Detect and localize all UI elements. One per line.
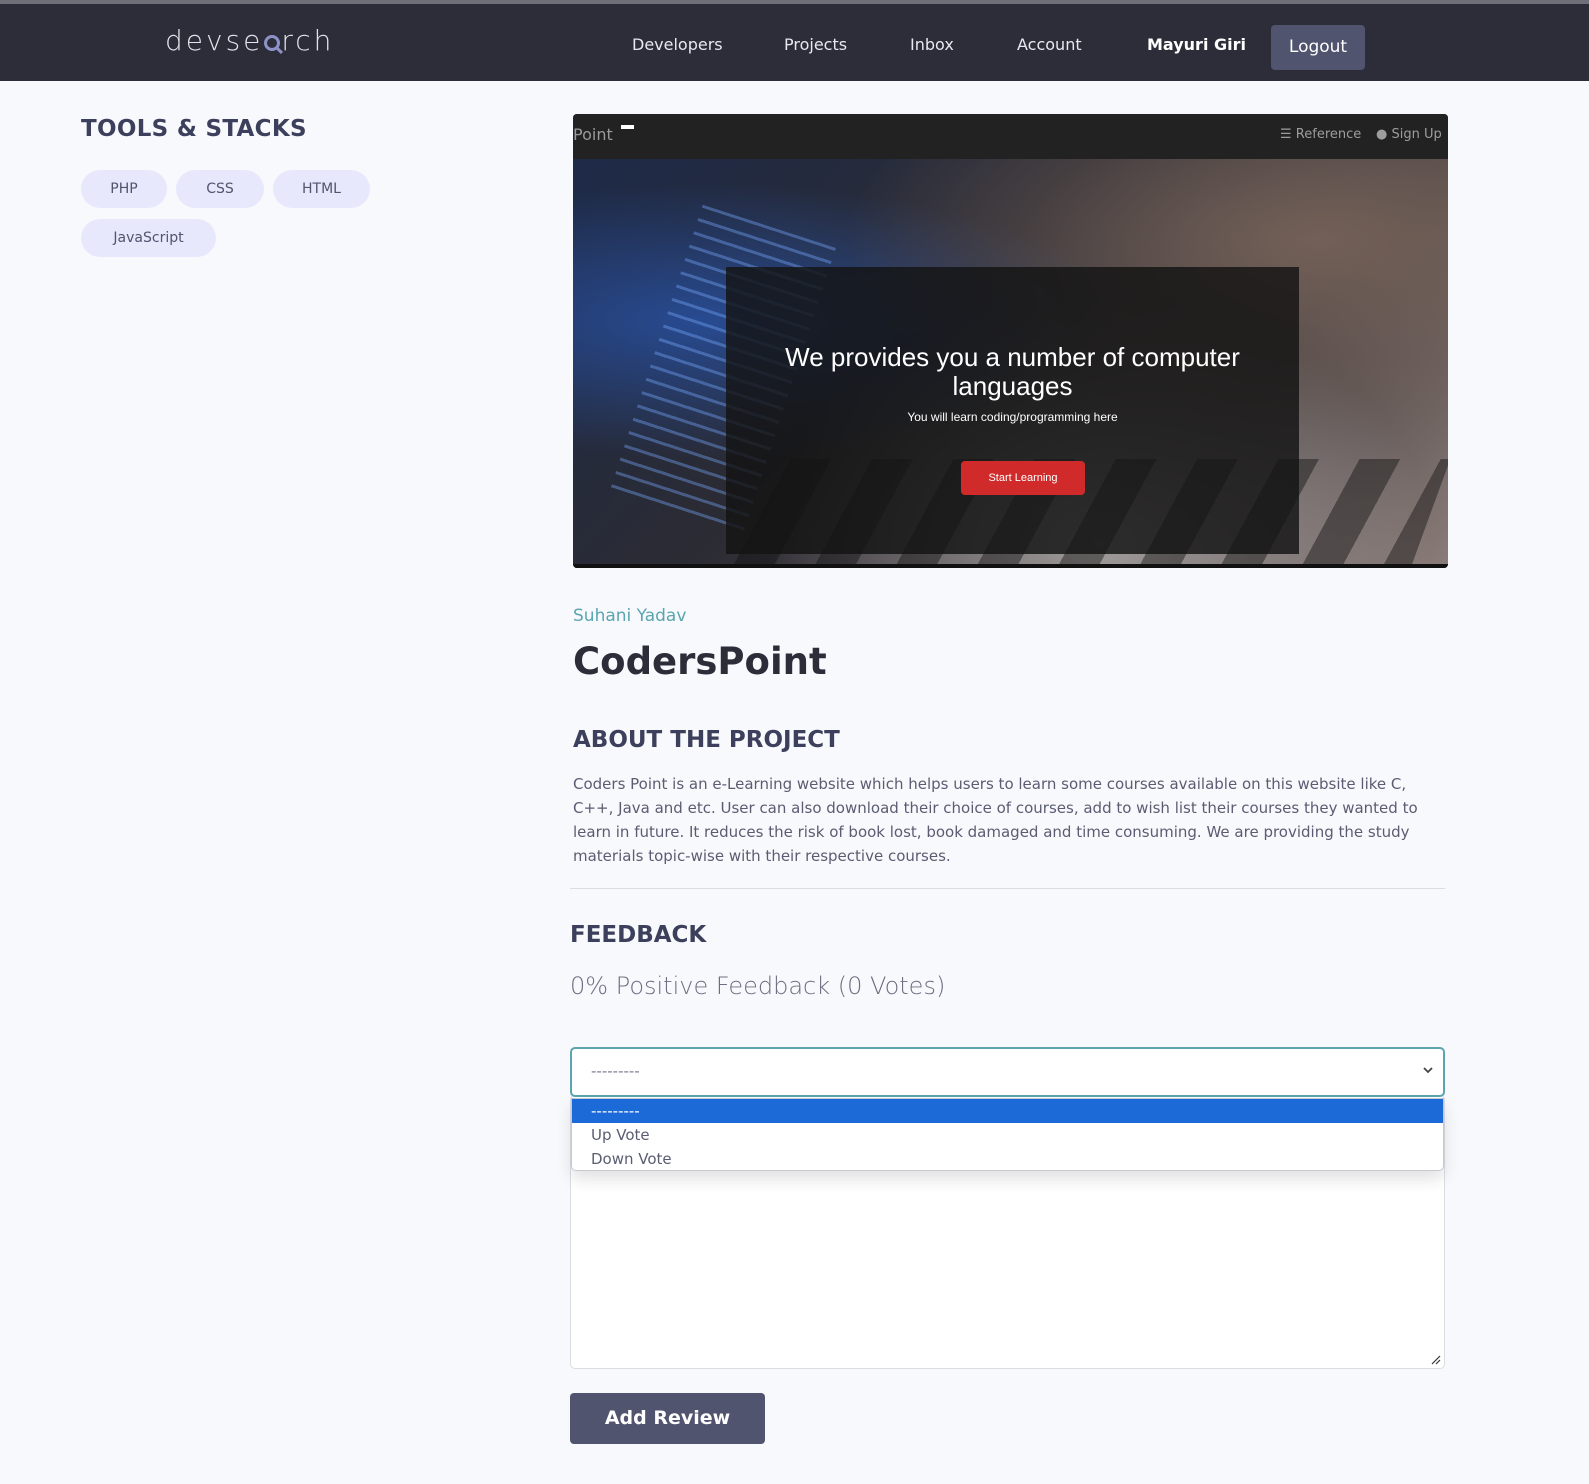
option-empty[interactable]: ---------: [572, 1099, 1443, 1123]
feedback-heading: FEEDBACK: [570, 922, 707, 948]
thumbnail-link-signup: ● Sign Up: [1376, 127, 1442, 142]
thumbnail-link-reference: ☰ Reference: [1280, 127, 1361, 142]
option-down-vote[interactable]: Down Vote: [572, 1147, 1443, 1170]
thumbnail-menu-icon: [621, 125, 634, 129]
thumbnail-start-learning-button: Start Learning: [961, 461, 1085, 495]
devsearch-logo[interactable]: devse rch: [165, 24, 334, 57]
tag-php: PHP: [81, 170, 167, 208]
thumbnail-link-reference-label: Reference: [1295, 127, 1362, 142]
thumbnail-link-signup-label: Sign Up: [1391, 127, 1442, 142]
project-title: CodersPoint: [573, 640, 827, 683]
about-heading: ABOUT THE PROJECT: [573, 727, 840, 753]
nav-account[interactable]: Account: [1017, 35, 1082, 54]
tag-css: CSS: [176, 170, 264, 208]
project-owner-link[interactable]: Suhani Yadav: [573, 606, 686, 626]
vote-select-value: ---------: [591, 1062, 640, 1080]
thumbnail-brand: Point: [573, 125, 613, 144]
add-review-button[interactable]: Add Review: [570, 1393, 765, 1444]
nav-projects[interactable]: Projects: [784, 35, 847, 54]
thumbnail-heading: We provides you a number of computer lan…: [785, 342, 1240, 401]
logo-text-right: rch: [281, 24, 335, 57]
magnifier-icon: [264, 35, 281, 51]
vote-dropdown-list: --------- Up Vote Down Vote: [571, 1098, 1444, 1171]
project-description: Coders Point is an e-Learning website wh…: [573, 775, 1418, 865]
thumbnail-navbar: Point ☰ Reference ● Sign Up: [573, 114, 1448, 159]
nav-developers[interactable]: Developers: [632, 35, 723, 54]
resize-handle-icon[interactable]: [1430, 1354, 1441, 1365]
nav-inbox[interactable]: Inbox: [910, 35, 954, 54]
logout-button[interactable]: Logout: [1271, 25, 1365, 70]
option-up-vote[interactable]: Up Vote: [572, 1123, 1443, 1147]
top-navbar: devse rch Developers Projects Inbox Accou…: [0, 0, 1589, 81]
thumbnail-subheading: You will learn coding/programming here: [907, 410, 1118, 424]
logo-text-left: devse: [165, 24, 264, 57]
list-icon: ☰: [1280, 127, 1292, 142]
user-icon: ●: [1376, 127, 1388, 142]
feedback-stats: 0% Positive Feedback (0 Votes): [570, 972, 946, 1000]
vote-select[interactable]: ---------: [570, 1047, 1445, 1097]
tag-html: HTML: [273, 170, 370, 208]
tag-javascript: JavaScript: [81, 219, 216, 257]
laptop-photo: We provides you a number of computer lan…: [573, 159, 1448, 568]
project-thumbnail: Point ☰ Reference ● Sign Up We provides …: [573, 114, 1448, 568]
chevron-down-icon: [1423, 1067, 1433, 1074]
tools-stacks-heading: TOOLS & STACKS: [81, 116, 307, 142]
nav-user-profile[interactable]: Mayuri Giri: [1147, 35, 1246, 54]
thumbnail-bottom-edge: [573, 564, 1448, 568]
section-divider: [570, 888, 1445, 889]
